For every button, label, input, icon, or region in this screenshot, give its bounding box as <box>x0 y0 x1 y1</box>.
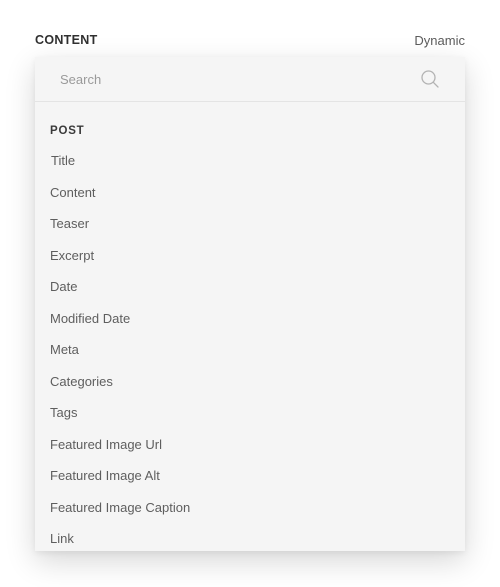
content-header: CONTENT Dynamic <box>35 30 465 50</box>
dynamic-toggle[interactable]: Dynamic <box>414 33 465 48</box>
list-item[interactable]: Tags <box>35 397 465 429</box>
list-item[interactable]: Excerpt <box>35 240 465 272</box>
list-item[interactable]: Content <box>35 177 465 209</box>
list-item[interactable]: Modified Date <box>35 303 465 335</box>
search-input[interactable] <box>35 57 395 101</box>
list-item[interactable]: Teaser <box>35 208 465 240</box>
list-item[interactable]: Featured Image Caption <box>35 492 465 524</box>
field-list: Title Content Teaser Excerpt Date Modifi… <box>35 145 465 551</box>
list-item[interactable]: Title <box>35 145 465 177</box>
list-item[interactable]: Featured Image Url <box>35 429 465 461</box>
list-item[interactable]: Meta <box>35 334 465 366</box>
list-item[interactable]: Featured Image Alt <box>35 460 465 492</box>
dynamic-content-dropdown: POST Title Content Teaser Excerpt Date M… <box>35 57 465 551</box>
list-item[interactable]: Link <box>35 523 465 551</box>
search-row <box>35 57 465 102</box>
section-title: CONTENT <box>35 33 98 47</box>
search-icon[interactable] <box>421 70 439 88</box>
list-item[interactable]: Categories <box>35 366 465 398</box>
group-label-post: POST <box>50 125 85 137</box>
list-item[interactable]: Date <box>35 271 465 303</box>
